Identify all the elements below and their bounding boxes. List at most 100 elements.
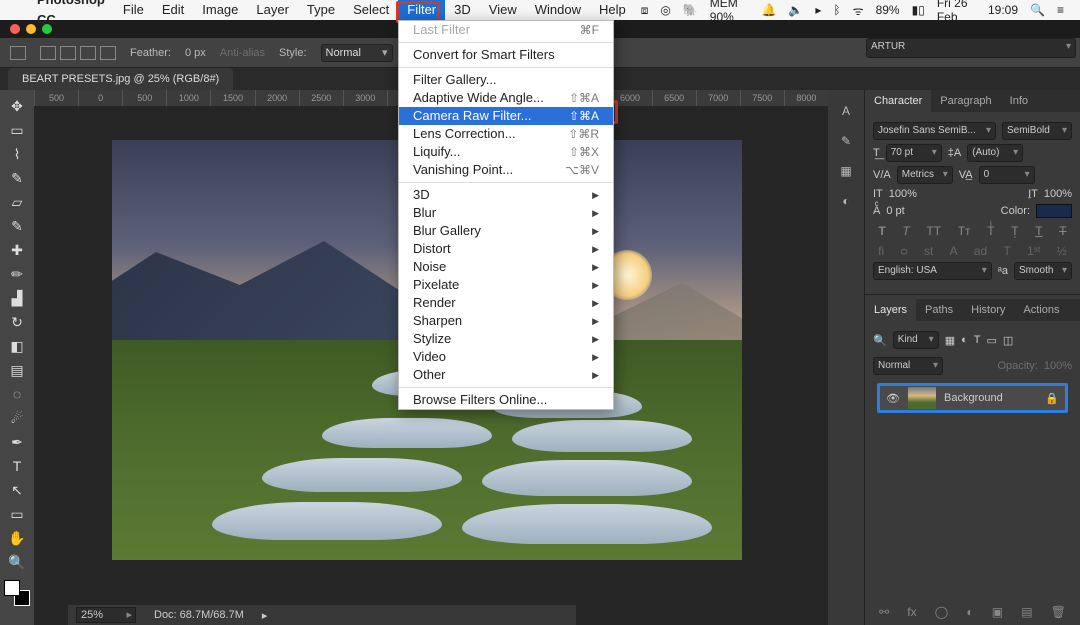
color-swatches[interactable] [4, 580, 30, 606]
app-name[interactable]: Photoshop CC [28, 0, 114, 30]
document-tab[interactable]: BEART PRESETS.jpg @ 25% (RGB/8#) [8, 68, 233, 90]
menu-3d[interactable]: 3D [445, 0, 480, 20]
font-family-select[interactable]: Josefin Sans SemiB... [873, 122, 996, 140]
evernote-icon[interactable]: 🐘 [677, 3, 704, 17]
menu-file[interactable]: File [114, 0, 153, 20]
subtract-selection-icon[interactable] [80, 46, 96, 60]
vol-icon[interactable]: 🔈 [782, 3, 809, 17]
mi-browse-online[interactable]: Browse Filters Online... [399, 391, 613, 409]
shape-tool-icon[interactable]: ▭ [4, 503, 30, 525]
new-selection-icon[interactable] [40, 46, 56, 60]
font-size-select[interactable]: 70 pt [886, 144, 942, 162]
mi-filter-gallery[interactable]: Filter Gallery... [399, 71, 613, 89]
feather-value[interactable]: 0 px [185, 47, 206, 59]
visibility-icon[interactable]: 👁 [886, 392, 900, 405]
strike-button[interactable]: T [1059, 224, 1066, 238]
menu-edit[interactable]: Edit [153, 0, 193, 20]
style-select[interactable]: Normal [321, 44, 393, 62]
user-menu-label[interactable]: ARTUR [866, 38, 1076, 58]
mi-lens-correction[interactable]: Lens Correction...⇧⌘R [399, 125, 613, 143]
brush-tool-icon[interactable]: ✏ [4, 263, 30, 285]
eyedropper-tool-icon[interactable]: ✎ [4, 215, 30, 237]
spotlight-icon[interactable]: 🔍 [1024, 3, 1051, 17]
tool-preset-icon[interactable] [10, 46, 26, 60]
gradient-tool-icon[interactable]: ▤ [4, 359, 30, 381]
dodge-tool-icon[interactable]: ☄ [4, 407, 30, 429]
workspace-user-menu[interactable]: ARTUR [866, 38, 1076, 58]
tracking-select[interactable]: 0 [979, 166, 1035, 184]
status-arrow-icon[interactable]: ▸ [262, 609, 268, 622]
close-window-button[interactable] [10, 24, 20, 34]
menu-filter[interactable]: Filter [398, 0, 445, 20]
superscript-button[interactable]: Tͥ [987, 224, 994, 238]
underline-button[interactable]: T [1035, 224, 1042, 238]
healing-tool-icon[interactable]: ✚ [4, 239, 30, 261]
zoom-tool-icon[interactable]: 🔍 [4, 551, 30, 573]
hscale-value[interactable]: 100% [1044, 188, 1072, 200]
layer-row-background[interactable]: 👁 Background 🔒 [877, 383, 1068, 413]
zoom-field[interactable]: 25% [76, 607, 136, 623]
filter-kind-select[interactable]: Kind [893, 331, 939, 349]
lang-select[interactable]: English: USA [873, 262, 992, 280]
adj-layer-icon[interactable]: ◐ [966, 605, 973, 619]
dropbox-icon[interactable]: ⧈ [635, 3, 655, 18]
add-selection-icon[interactable] [60, 46, 76, 60]
filter-pixel-icon[interactable]: ▦ [945, 334, 955, 347]
leading-select[interactable]: (Auto) [967, 144, 1023, 162]
mi-blur[interactable]: Blur [399, 204, 613, 222]
quick-select-tool-icon[interactable]: ✎ [4, 167, 30, 189]
hand-tool-icon[interactable]: ✋ [4, 527, 30, 549]
brush-panel-icon[interactable]: ✎ [833, 129, 859, 153]
filter-icon[interactable]: 🔍 [873, 334, 887, 347]
path-select-tool-icon[interactable]: ↖ [4, 479, 30, 501]
mem-indicator[interactable]: MEM 90% [704, 0, 756, 24]
bt-icon[interactable]: ᛒ [827, 3, 846, 17]
mi-blur-gallery[interactable]: Blur Gallery [399, 222, 613, 240]
vscale-value[interactable]: 100% [889, 188, 917, 200]
tab-character[interactable]: Character [865, 90, 931, 112]
tab-paths[interactable]: Paths [916, 299, 962, 321]
tab-actions[interactable]: Actions [1014, 299, 1068, 321]
filter-type-icon[interactable]: T [974, 334, 981, 346]
intersect-selection-icon[interactable] [100, 46, 116, 60]
kerning-select[interactable]: Metrics [897, 166, 953, 184]
tab-layers[interactable]: Layers [865, 299, 916, 321]
cc-icon[interactable]: ◎ [654, 3, 676, 17]
new-layer-icon[interactable]: ▤ [1021, 605, 1032, 619]
mi-adaptive-wide-angle[interactable]: Adaptive Wide Angle...⇧⌘A [399, 89, 613, 107]
eraser-tool-icon[interactable]: ◧ [4, 335, 30, 357]
wifi-icon[interactable]: ᯤ [847, 2, 870, 19]
smallcaps-button[interactable]: Tᴛ [958, 224, 971, 238]
faux-bold-button[interactable]: T [878, 224, 885, 238]
menu-type[interactable]: Type [298, 0, 344, 20]
baseline-value[interactable]: 0 pt [886, 205, 904, 217]
font-weight-select[interactable]: SemiBold [1002, 122, 1072, 140]
menu-view[interactable]: View [480, 0, 526, 20]
tab-paragraph[interactable]: Paragraph [931, 90, 1000, 112]
link-layers-icon[interactable]: ⚯ [879, 605, 889, 619]
mi-camera-raw-filter[interactable]: Camera Raw Filter...⇧⌘A [399, 107, 613, 125]
trash-icon[interactable]: 🗑 [1051, 605, 1066, 619]
lasso-tool-icon[interactable]: ⌇ [4, 143, 30, 165]
mi-noise[interactable]: Noise [399, 258, 613, 276]
mi-vanishing-point[interactable]: Vanishing Point...⌥⌘V [399, 161, 613, 179]
move-tool-icon[interactable]: ✥ [4, 95, 30, 117]
menu-icon[interactable]: ≡ [1051, 3, 1070, 17]
adjustments-panel-icon[interactable]: ◐ [833, 189, 859, 213]
filter-smart-icon[interactable]: ◫ [1003, 334, 1013, 347]
menu-select[interactable]: Select [344, 0, 398, 20]
layer-mask-icon[interactable]: ◯ [935, 605, 948, 619]
mi-3d[interactable]: 3D [399, 186, 613, 204]
layer-thumbnail[interactable] [908, 387, 936, 409]
mi-stylize[interactable]: Stylize [399, 330, 613, 348]
mi-render[interactable]: Render [399, 294, 613, 312]
menu-window[interactable]: Window [526, 0, 590, 20]
group-icon[interactable]: ▣ [992, 605, 1003, 619]
tab-history[interactable]: History [962, 299, 1014, 321]
blur-tool-icon[interactable]: ◌ [4, 383, 30, 405]
pen-tool-icon[interactable]: ✒ [4, 431, 30, 453]
layer-fx-icon[interactable]: fx [907, 605, 916, 619]
crop-tool-icon[interactable]: ▱ [4, 191, 30, 213]
bell-icon[interactable]: 🔔 [755, 3, 782, 17]
aa-select[interactable]: Smooth [1014, 262, 1072, 280]
